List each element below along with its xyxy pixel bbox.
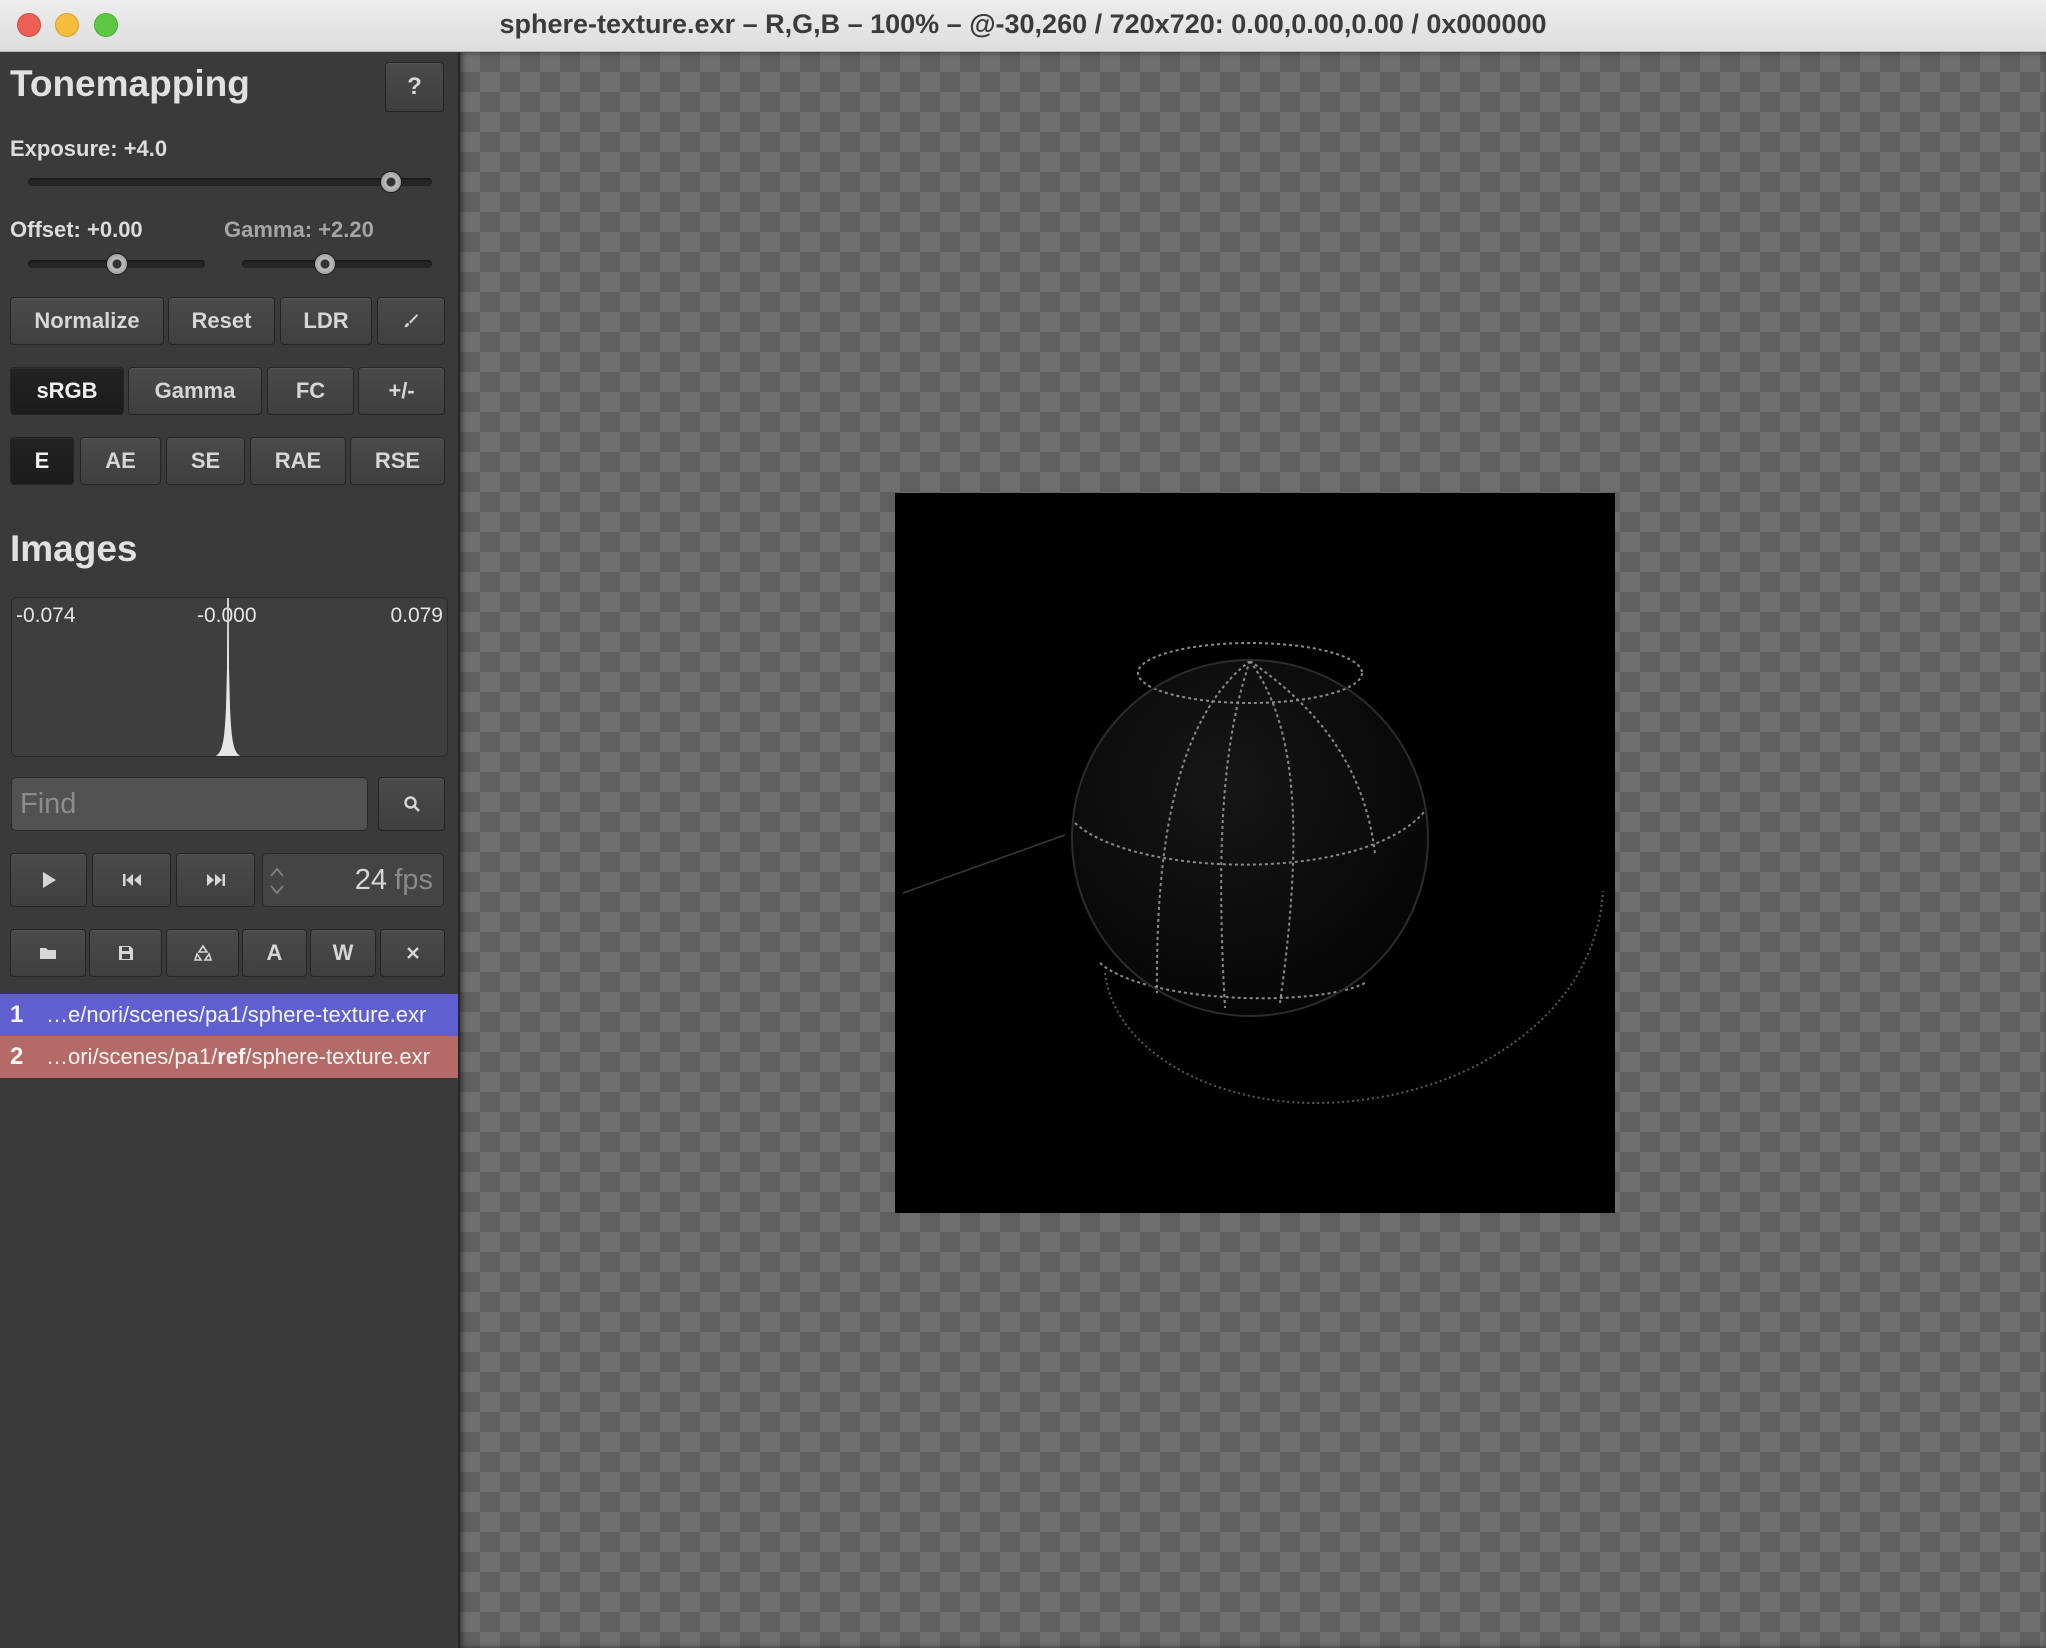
false-color-button[interactable]: FC [267,367,354,415]
images-heading: Images [10,528,138,569]
previous-image-button[interactable] [92,853,171,907]
exposure-slider-handle[interactable] [380,171,402,193]
save-icon [118,945,134,961]
save-image-button[interactable] [89,929,162,977]
image-index: 2 [10,1043,24,1070]
folder-icon [39,946,57,960]
exposure-label: Exposure: +4.0 [10,136,168,161]
play-icon [41,871,57,889]
find-input[interactable]: Find [11,777,368,831]
play-button[interactable] [10,853,87,907]
rendered-image [895,493,1615,1213]
sidebar: Tonemapping ? Exposure: +4.0 Offset: +0.… [0,52,460,1648]
spinner-arrows-icon[interactable] [269,866,285,896]
image-list-item[interactable]: 2 …ori/scenes/pa1/ref/sphere-texture.exr [0,1036,458,1078]
tonemapping-heading: Tonemapping [10,63,250,104]
next-image-button[interactable] [176,853,255,907]
histogram-plot [215,598,241,756]
metric-e-button[interactable]: E [10,437,74,485]
reload-icon [193,944,212,962]
close-image-button[interactable] [380,929,445,977]
image-path: …ori/scenes/pa1/ref/sphere-texture.exr [46,1044,430,1069]
skip-back-icon [122,873,142,887]
close-icon [406,946,420,960]
fps-unit: fps [394,864,433,896]
gamma-slider-handle[interactable] [314,253,336,275]
normalize-button[interactable]: Normalize [10,297,164,345]
title-bar: sphere-texture.exr – R,G,B – 100% – @-30… [0,0,2046,52]
brush-button[interactable] [377,297,445,345]
histogram: -0.074 -0.000 0.079 [11,597,448,757]
metric-se-button[interactable]: SE [166,437,245,485]
positive-negative-button[interactable]: +/- [358,367,445,415]
open-image-button[interactable] [10,929,86,977]
offset-slider-handle[interactable] [106,253,128,275]
exposure-slider-track[interactable] [28,178,432,186]
reload-image-button[interactable] [166,929,239,977]
ldr-button[interactable]: LDR [280,297,372,345]
fps-spinner[interactable]: 24 fps [262,853,444,907]
image-canvas[interactable] [460,52,2046,1648]
gamma-label: Gamma: +2.20 [224,217,374,242]
image-index: 1 [10,1001,24,1028]
fps-value[interactable]: 24 [355,864,387,897]
srgb-mode-button[interactable]: sRGB [10,367,124,415]
image-path: …e/nori/scenes/pa1/sphere-texture.exr [46,1002,427,1027]
gamma-slider-track[interactable] [242,260,432,268]
search-button[interactable] [378,777,445,831]
window-title: sphere-texture.exr – R,G,B – 100% – @-30… [499,9,1547,39]
help-button[interactable]: ? [385,62,444,112]
search-icon [403,795,421,813]
skip-forward-icon [206,873,226,887]
reload-all-button[interactable]: A [242,929,307,977]
sphere-render [902,642,1604,1105]
gamma-mode-button[interactable]: Gamma [128,367,262,415]
watch-files-button[interactable]: W [310,929,376,977]
offset-label: Offset: +0.00 [10,217,143,242]
metric-rse-button[interactable]: RSE [350,437,445,485]
image-list-item[interactable]: 1 …e/nori/scenes/pa1/sphere-texture.exr [0,994,458,1036]
brush-icon [403,313,419,329]
metric-ae-button[interactable]: AE [80,437,161,485]
reset-button[interactable]: Reset [168,297,275,345]
metric-rae-button[interactable]: RAE [250,437,346,485]
